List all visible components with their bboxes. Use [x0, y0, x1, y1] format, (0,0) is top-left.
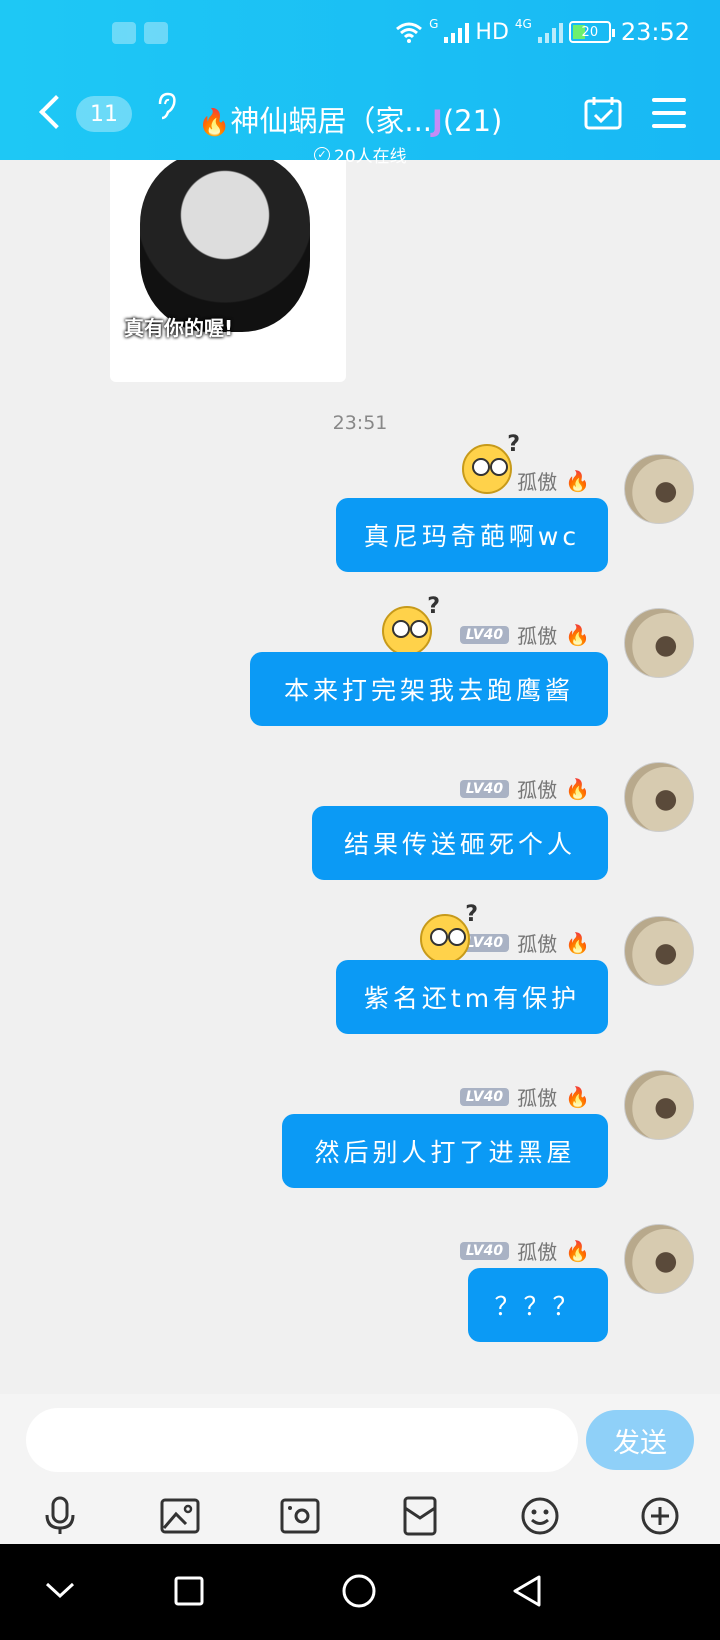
message-bubble[interactable]: 紫名还tm有保护 — [336, 960, 608, 1034]
calendar-check-icon[interactable] — [584, 96, 622, 130]
emoji-icon[interactable] — [520, 1496, 560, 1536]
sender-meta: LV40 孤傲 🔥 — [459, 774, 590, 803]
sender-avatar[interactable] — [624, 608, 694, 678]
group-name: 神仙蜗居（家... — [230, 104, 433, 138]
notification-icons — [112, 22, 168, 44]
chat-navbar: 11 🔥神仙蜗居（家...J(21) ✓ 20人在线 — [0, 76, 720, 167]
network-type-g: G — [429, 17, 439, 31]
wifi-icon — [396, 22, 423, 43]
unread-badge[interactable]: 11 — [76, 96, 132, 132]
chat-message: LV40 孤傲 🔥 ? 紫名还tm有保护 — [0, 902, 720, 1052]
message-bubble[interactable]: 真尼玛奇葩啊wc — [336, 498, 608, 572]
camera-icon[interactable] — [280, 1496, 320, 1536]
fire-icon: 🔥 — [565, 1084, 590, 1109]
sender-avatar[interactable] — [624, 1224, 694, 1294]
sender-avatar[interactable] — [624, 916, 694, 986]
sender-name[interactable]: 孤傲 — [517, 1082, 557, 1111]
chat-message: LV40 孤傲 🔥 结果传送砸死个人 — [0, 758, 720, 898]
sender-name[interactable]: 孤傲 — [517, 774, 557, 803]
level-badge: LV40 — [459, 1241, 510, 1260]
sender-name[interactable]: 孤傲 — [517, 466, 557, 495]
sender-name[interactable]: 孤傲 — [517, 1236, 557, 1265]
sender-avatar[interactable] — [624, 762, 694, 832]
notification-icon — [144, 22, 168, 44]
level-badge: LV40 — [459, 1087, 510, 1106]
chevron-down-icon[interactable] — [44, 1580, 76, 1600]
recents-icon[interactable] — [174, 1576, 204, 1606]
fire-icon: 🔥 — [565, 930, 590, 955]
sender-avatar[interactable] — [624, 1070, 694, 1140]
ear-icon[interactable] — [156, 92, 178, 122]
chat-message: LV40 孤傲 🔥 然后别人打了进黑屋 — [0, 1066, 720, 1206]
red-packet-icon[interactable] — [400, 1496, 440, 1536]
status-bar: G HD 4G 20 23:52 — [0, 0, 720, 68]
message-bubble[interactable]: 结果传送砸死个人 — [312, 806, 608, 880]
panda-meme-image — [140, 160, 310, 332]
group-title-area[interactable]: 🔥神仙蜗居（家...J(21) ✓ 20人在线 — [198, 84, 538, 167]
sticker-image[interactable]: 真有你的喔! — [110, 160, 346, 382]
send-button[interactable]: 发送 — [586, 1410, 694, 1470]
message-input[interactable] — [26, 1408, 578, 1472]
back-triangle-icon[interactable] — [512, 1574, 542, 1608]
home-icon[interactable] — [342, 1574, 376, 1608]
message-bubble[interactable]: ？？？ — [468, 1268, 608, 1342]
menu-icon[interactable] — [652, 98, 686, 128]
sender-name[interactable]: 孤傲 — [517, 620, 557, 649]
sender-meta: LV40 孤傲 🔥 — [459, 1082, 590, 1111]
sender-avatar[interactable] — [624, 454, 694, 524]
back-button[interactable] — [34, 92, 64, 132]
notification-icon — [112, 22, 136, 44]
signal-icon — [537, 21, 563, 43]
hd-label: HD — [475, 19, 509, 45]
system-navigation-bar — [0, 1544, 720, 1640]
level-badge: LV40 — [459, 625, 510, 644]
sticker-caption: 真有你的喔! — [124, 316, 234, 340]
fire-icon: 🔥 — [198, 108, 231, 138]
level-badge: LV40 — [459, 779, 510, 798]
confused-emoji-icon: ? — [420, 902, 478, 964]
input-toolbar — [0, 1490, 720, 1540]
page-title: 🔥神仙蜗居（家...J(21) — [198, 98, 502, 140]
battery-icon: 20 — [568, 21, 615, 43]
fire-icon: 🔥 — [565, 776, 590, 801]
plus-icon[interactable] — [640, 1496, 680, 1536]
sender-name[interactable]: 孤傲 — [517, 928, 557, 957]
message-bubble[interactable]: 然后别人打了进黑屋 — [282, 1114, 608, 1188]
message-bubble[interactable]: 本来打完架我去跑鹰酱 — [250, 652, 608, 726]
message-input-area: 发送 — [0, 1394, 720, 1544]
fire-icon: 🔥 — [565, 468, 590, 493]
chat-message-list[interactable]: 真有你的喔! 23:51 LV40 孤傲 🔥 ? 真尼玛奇葩啊wc LV40 孤… — [0, 160, 720, 1394]
top-header: G HD 4G 20 23:52 11 🔥神仙蜗居（家...J(21) ✓ 20… — [0, 0, 720, 167]
battery-level: 20 — [581, 24, 599, 40]
signal-icon — [444, 21, 470, 43]
image-icon[interactable] — [160, 1496, 200, 1536]
network-type-4g: 4G — [514, 17, 532, 31]
message-timestamp: 23:51 — [332, 412, 388, 434]
microphone-icon[interactable] — [40, 1496, 80, 1536]
status-indicators: G HD 4G 20 23:52 — [395, 17, 690, 46]
chat-message: LV40 孤傲 🔥 ? 真尼玛奇葩啊wc — [0, 432, 720, 590]
sender-meta: LV40 孤傲 🔥 — [459, 620, 590, 649]
chat-message: LV40 孤傲 🔥 ? 本来打完架我去跑鹰酱 — [0, 594, 720, 744]
confused-emoji-icon: ? — [462, 432, 520, 494]
fire-icon: 🔥 — [565, 1238, 590, 1263]
chat-message: LV40 孤傲 🔥 ？？？ — [0, 1220, 720, 1360]
sender-meta: LV40 孤傲 🔥 — [459, 1236, 590, 1265]
sender-meta: LV40 孤傲 🔥 — [459, 928, 590, 957]
fire-icon: 🔥 — [565, 622, 590, 647]
clock: 23:52 — [620, 18, 690, 46]
group-member-count: (21) — [442, 104, 503, 138]
confused-emoji-icon: ? — [382, 594, 440, 656]
group-tag-icon: J — [432, 104, 443, 138]
